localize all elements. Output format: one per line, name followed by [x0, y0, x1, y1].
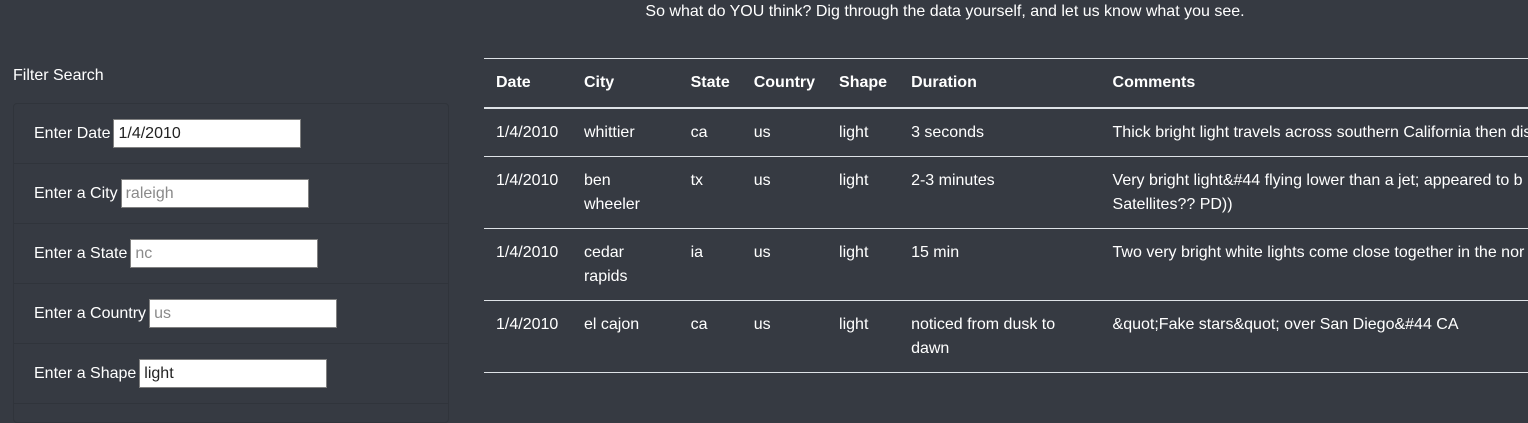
intro-text: So what do YOU think? Dig through the da…: [645, 3, 1245, 20]
cell-country: us: [741, 108, 828, 157]
header-state: State: [678, 58, 742, 109]
cell-city: el cajon: [571, 300, 679, 373]
cell-date: 1/4/2010: [484, 108, 572, 157]
header-comments: Comments: [1100, 58, 1528, 109]
cell-shape: light: [827, 300, 900, 373]
cell-country: us: [741, 228, 828, 301]
filter-row-country: Enter a Country: [14, 284, 448, 344]
table-row: 1/4/2010 cedar rapids ia us light 15 min…: [484, 228, 1528, 301]
header-date: Date: [484, 58, 572, 109]
city-input[interactable]: [120, 179, 309, 208]
table-row: 1/4/2010 el cajon ca us light noticed fr…: [484, 300, 1528, 373]
header-duration: Duration: [899, 58, 1101, 109]
cell-state: ca: [678, 108, 742, 157]
cell-date: 1/4/2010: [484, 228, 572, 301]
cell-shape: light: [827, 108, 900, 157]
country-label: Enter a Country: [34, 304, 147, 322]
table-row: 1/4/2010 ben wheeler tx us light 2-3 min…: [484, 156, 1528, 229]
header-city: City: [571, 58, 679, 109]
cell-comments: Very bright light&#44 flying lower than …: [1100, 156, 1528, 229]
cell-comments: &quot;Fake stars&quot; over San Diego&#4…: [1100, 300, 1528, 373]
filter-row-shape: Enter a Shape: [14, 344, 448, 404]
filter-row-date: Enter Date: [14, 104, 448, 164]
table-header-row: Date City State Country Shape Duration C…: [484, 58, 1528, 109]
table-row: 1/4/2010 whittier ca us light 3 seconds …: [484, 108, 1528, 157]
cell-state: tx: [678, 156, 742, 229]
ufo-table-container: Date City State Country Shape Duration C…: [484, 58, 1528, 373]
cell-state: ia: [678, 228, 742, 301]
cell-duration: 2-3 minutes: [899, 156, 1101, 229]
cell-comments: Thick bright light travels across southe…: [1100, 108, 1528, 157]
header-country: Country: [741, 58, 828, 109]
shape-input[interactable]: [139, 359, 328, 388]
cell-city: whittier: [571, 108, 679, 157]
state-input[interactable]: [130, 239, 319, 268]
cell-state: ca: [678, 300, 742, 373]
filter-row-city: Enter a City: [14, 164, 448, 224]
cell-date: 1/4/2010: [484, 300, 572, 373]
cell-city: cedar rapids: [571, 228, 679, 301]
date-input[interactable]: [113, 119, 302, 148]
filter-panel: Enter Date Enter a City Enter a State En…: [13, 103, 449, 423]
cell-country: us: [741, 156, 828, 229]
cell-duration: noticed from dusk to dawn: [899, 300, 1101, 373]
cell-city: ben wheeler: [571, 156, 679, 229]
filter-search-title: Filter Search: [13, 67, 104, 84]
state-label: Enter a State: [34, 244, 128, 262]
cell-comments: Two very bright white lights come close …: [1100, 228, 1528, 301]
cell-duration: 15 min: [899, 228, 1101, 301]
shape-label: Enter a Shape: [34, 364, 137, 382]
country-input[interactable]: [149, 299, 338, 328]
cell-country: us: [741, 300, 828, 373]
header-shape: Shape: [827, 58, 900, 109]
cell-shape: light: [827, 156, 900, 229]
city-label: Enter a City: [34, 184, 118, 202]
cell-duration: 3 seconds: [899, 108, 1101, 157]
date-label: Enter Date: [34, 124, 111, 142]
ufo-table: Date City State Country Shape Duration C…: [484, 58, 1528, 373]
cell-date: 1/4/2010: [484, 156, 572, 229]
cell-shape: light: [827, 228, 900, 301]
filter-row-state: Enter a State: [14, 224, 448, 284]
